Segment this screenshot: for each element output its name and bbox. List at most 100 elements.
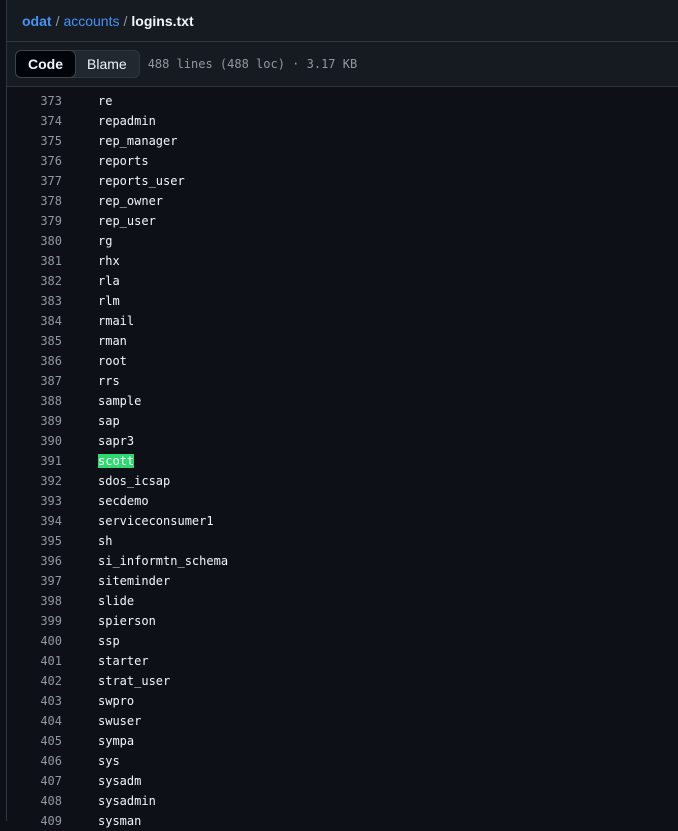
line-number[interactable]: 407 (7, 774, 62, 788)
line-number[interactable]: 408 (7, 794, 62, 808)
code-line: 384 rmail (7, 311, 678, 331)
line-number[interactable]: 404 (7, 714, 62, 728)
line-text: si_informtn_schema (98, 554, 229, 568)
line-text: rmail (98, 314, 135, 328)
breadcrumb-folder-link[interactable]: accounts (63, 13, 119, 29)
line-text: sh (98, 534, 113, 548)
line-text: sdos_icsap (98, 474, 171, 488)
line-number[interactable]: 401 (7, 654, 62, 668)
line-number[interactable]: 409 (7, 814, 62, 828)
line-number[interactable]: 382 (7, 274, 62, 288)
breadcrumb-separator: / (123, 12, 128, 29)
code-line: 385 rman (7, 331, 678, 351)
blame-tab[interactable]: Blame (75, 51, 139, 77)
line-number[interactable]: 389 (7, 414, 62, 428)
line-text: rlm (98, 294, 120, 308)
line-number[interactable]: 377 (7, 174, 62, 188)
line-text: sysadm (98, 774, 142, 788)
code-tab[interactable]: Code (15, 50, 76, 78)
line-number[interactable]: 384 (7, 314, 62, 328)
line-text: sysman (98, 814, 142, 828)
line-text: rla (98, 274, 120, 288)
code-line: 375 rep_manager (7, 131, 678, 151)
view-toggle: Code Blame (15, 50, 140, 78)
line-number[interactable]: 374 (7, 114, 62, 128)
file-toolbar: Code Blame 488 lines (488 loc) · 3.17 KB (7, 42, 678, 87)
code-line: 383 rlm (7, 291, 678, 311)
breadcrumb-repo-link[interactable]: odat (22, 13, 52, 29)
line-text: re (98, 94, 113, 108)
line-text: sample (98, 394, 142, 408)
line-text: ssp (98, 634, 120, 648)
line-number[interactable]: 398 (7, 594, 62, 608)
line-number[interactable]: 376 (7, 154, 62, 168)
line-number[interactable]: 380 (7, 234, 62, 248)
line-text: sapr3 (98, 434, 135, 448)
line-number[interactable]: 391 (7, 454, 62, 468)
code-line: 409 sysman (7, 811, 678, 831)
breadcrumb: odat / accounts / logins.txt (7, 0, 678, 42)
line-text: sys (98, 754, 120, 768)
line-number[interactable]: 386 (7, 354, 62, 368)
code-line: 393 secdemo (7, 491, 678, 511)
code-line: 388 sample (7, 391, 678, 411)
code-line: 402 strat_user (7, 671, 678, 691)
line-text: strat_user (98, 674, 171, 688)
code-line: 387 rrs (7, 371, 678, 391)
line-text: reports (98, 154, 149, 168)
line-text: rhx (98, 254, 120, 268)
code-line: 374 repadmin (7, 111, 678, 131)
code-line: 408 sysadmin (7, 791, 678, 811)
line-number[interactable]: 388 (7, 394, 62, 408)
line-number[interactable]: 383 (7, 294, 62, 308)
line-number[interactable]: 402 (7, 674, 62, 688)
line-number[interactable]: 394 (7, 514, 62, 528)
line-number[interactable]: 375 (7, 134, 62, 148)
code-line: 390 sapr3 (7, 431, 678, 451)
line-text: repadmin (98, 114, 156, 128)
line-text: serviceconsumer1 (98, 514, 214, 528)
code-line: 380 rg (7, 231, 678, 251)
line-number[interactable]: 397 (7, 574, 62, 588)
line-text: spierson (98, 614, 156, 628)
line-number[interactable]: 379 (7, 214, 62, 228)
highlighted-line-text: scott (98, 454, 135, 468)
line-number[interactable]: 385 (7, 334, 62, 348)
code-line: 405 sympa (7, 731, 678, 751)
line-text: reports_user (98, 174, 185, 188)
file-meta: 488 lines (488 loc) · 3.17 KB (147, 57, 358, 71)
line-number[interactable]: 399 (7, 614, 62, 628)
code-line: 376 reports (7, 151, 678, 171)
line-number[interactable]: 392 (7, 474, 62, 488)
code-line: 382 rla (7, 271, 678, 291)
code-line: 391 scott (7, 451, 678, 471)
code-line: 400 ssp (7, 631, 678, 651)
line-text: sap (98, 414, 120, 428)
line-number[interactable]: 406 (7, 754, 62, 768)
line-number[interactable]: 395 (7, 534, 62, 548)
line-text: rman (98, 334, 127, 348)
line-number[interactable]: 390 (7, 434, 62, 448)
code-line: 381 rhx (7, 251, 678, 271)
code-view: 373 re 374 repadmin 375 rep_manager 376 reports… (7, 87, 678, 831)
line-number[interactable]: 403 (7, 694, 62, 708)
line-text: rep_owner (98, 194, 164, 208)
line-number[interactable]: 393 (7, 494, 62, 508)
line-number[interactable]: 396 (7, 554, 62, 568)
line-number[interactable]: 381 (7, 254, 62, 268)
code-line: 397 siteminder (7, 571, 678, 591)
line-text: starter (98, 654, 149, 668)
line-number[interactable]: 400 (7, 634, 62, 648)
code-line: 407 sysadm (7, 771, 678, 791)
code-line: 377 reports_user (7, 171, 678, 191)
line-text: rep_manager (98, 134, 178, 148)
line-text: rg (98, 234, 113, 248)
code-line: 406 sys (7, 751, 678, 771)
code-line: 373 re (7, 91, 678, 111)
line-number[interactable]: 373 (7, 94, 62, 108)
line-number[interactable]: 378 (7, 194, 62, 208)
code-line: 389 sap (7, 411, 678, 431)
line-number[interactable]: 387 (7, 374, 62, 388)
line-text: root (98, 354, 127, 368)
line-number[interactable]: 405 (7, 734, 62, 748)
